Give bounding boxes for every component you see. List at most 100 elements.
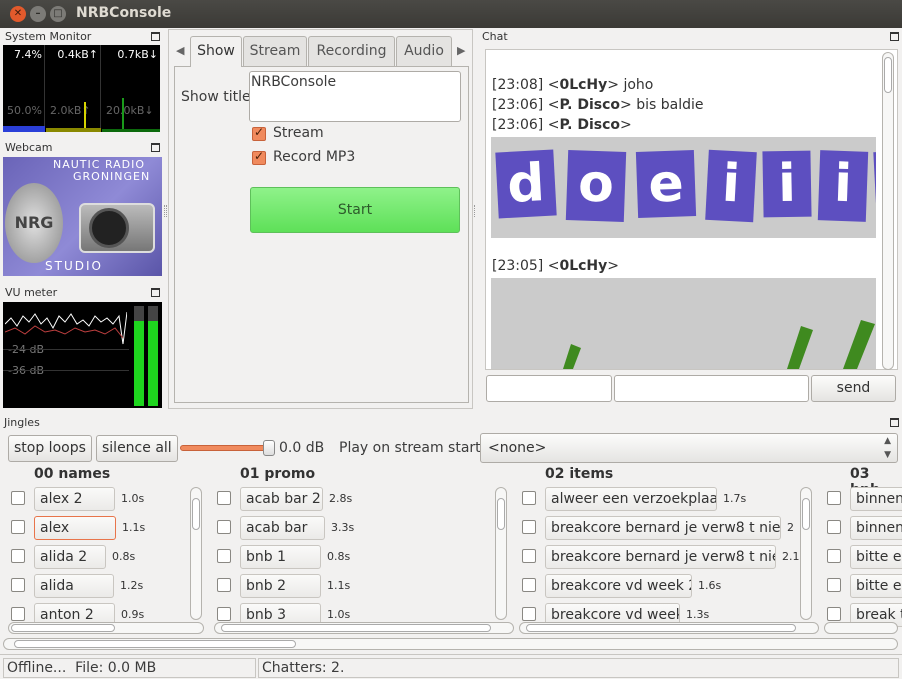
jingle-button[interactable]: binnen: [850, 487, 902, 511]
jingle-loop-checkbox[interactable]: [217, 607, 231, 621]
webcam-line2: GRONINGEN: [73, 170, 151, 183]
jingle-loop-checkbox[interactable]: [11, 578, 25, 592]
doei-letters: doeiiii: [495, 149, 876, 226]
jingle-button[interactable]: bnb 1: [240, 545, 321, 569]
jingle-loop-checkbox[interactable]: [217, 491, 231, 505]
float-icon[interactable]: [151, 143, 160, 152]
tab-label: Audio: [404, 43, 444, 59]
jingle-name: breakcore bernard je verw8 t niet: [551, 549, 776, 565]
jingle-loop-checkbox[interactable]: [827, 607, 841, 621]
maximize-icon[interactable]: □: [50, 6, 66, 22]
jingle-loop-checkbox[interactable]: [217, 549, 231, 563]
jingle-loop-checkbox[interactable]: [522, 549, 536, 563]
jingle-loop-checkbox[interactable]: [11, 607, 25, 621]
chat-message-input[interactable]: [614, 375, 809, 402]
tab-audio[interactable]: Audio: [396, 36, 452, 66]
float-icon[interactable]: [151, 288, 160, 297]
jingle-button[interactable]: acab bar: [240, 516, 325, 540]
jingle-button[interactable]: alida 2: [34, 545, 106, 569]
jingle-loop-checkbox[interactable]: [827, 491, 841, 505]
float-icon[interactable]: [890, 418, 899, 427]
jingle-name: alex 2: [40, 491, 83, 507]
jingle-duration: 0.8s: [327, 550, 351, 563]
jingle-loop-checkbox[interactable]: [827, 520, 841, 534]
jingle-button[interactable]: breakcore bernard je verw8 t niet 2: [545, 516, 781, 540]
tab-show[interactable]: Show: [190, 36, 242, 67]
float-icon[interactable]: [151, 32, 160, 41]
msg-time: [23:05]: [492, 258, 544, 274]
doei-letter: e: [635, 150, 697, 218]
send-button[interactable]: send: [811, 375, 896, 402]
tab-recording[interactable]: Recording: [308, 36, 395, 66]
stream-checkbox[interactable]: [252, 125, 266, 141]
silence-all-button[interactable]: silence all: [96, 435, 178, 462]
status-left: Offline... File: 0.0 MB: [3, 658, 256, 678]
jingle-column-hscrollbar[interactable]: [214, 622, 514, 634]
chat-image-2: [491, 278, 876, 369]
show-title-input[interactable]: NRBConsole: [249, 71, 461, 122]
jingle-loop-checkbox[interactable]: [827, 578, 841, 592]
jingle-name: breakcore vd week 2: [551, 578, 692, 594]
dock-title: VU meter: [5, 286, 58, 299]
status-bar: Offline... File: 0.0 MB Chatters: 2.: [0, 654, 902, 679]
tab-scroll-left-icon[interactable]: ◀: [176, 44, 184, 57]
jingle-button[interactable]: bitte ei: [850, 545, 902, 569]
start-button[interactable]: Start: [250, 187, 460, 233]
jingle-column-scrollbar[interactable]: [800, 487, 812, 620]
jingle-button[interactable]: binnen: [850, 516, 902, 540]
doei-letter: i: [705, 149, 757, 223]
doei-letter: o: [565, 150, 627, 222]
jingle-button[interactable]: bitte ei: [850, 574, 902, 598]
play-on-start-select[interactable]: <none> ▲ ▼: [480, 433, 898, 463]
jingle-column-hscrollbar[interactable]: [8, 622, 204, 634]
record-mp3-checkbox[interactable]: [252, 149, 266, 165]
jingle-loop-checkbox[interactable]: [522, 607, 536, 621]
vu-header: VU meter: [1, 285, 163, 301]
jingle-button[interactable]: acab bar 2: [240, 487, 323, 511]
splitter-handle[interactable]: [164, 205, 167, 217]
cpu-bars: [3, 126, 45, 132]
jingle-duration: 2: [787, 521, 794, 534]
chat-scrollbar[interactable]: [882, 52, 894, 370]
jingle-loop-checkbox[interactable]: [11, 549, 25, 563]
jingle-name: alida 2: [40, 549, 88, 565]
jingle-name: break t: [856, 607, 902, 623]
jingle-button[interactable]: breakcore bernard je verw8 t niet: [545, 545, 776, 569]
status-left-text: Offline... File: 0.0 MB: [7, 660, 157, 676]
jingle-column-hscrollbar[interactable]: [519, 622, 819, 634]
stop-loops-button[interactable]: stop loops: [8, 435, 92, 462]
jingle-loop-checkbox[interactable]: [522, 578, 536, 592]
jingle-loop-checkbox[interactable]: [11, 491, 25, 505]
msg-nick: 0LcHy: [559, 77, 608, 93]
jingle-loop-checkbox[interactable]: [522, 520, 536, 534]
jingle-button[interactable]: alex 2: [34, 487, 115, 511]
jingle-loop-checkbox[interactable]: [827, 549, 841, 563]
tab-scroll-right-icon[interactable]: ▶: [457, 44, 465, 57]
tab-stream[interactable]: Stream: [243, 36, 307, 66]
jingle-loop-checkbox[interactable]: [522, 491, 536, 505]
dock-title: Jingles: [4, 416, 40, 429]
jingle-loop-checkbox[interactable]: [217, 520, 231, 534]
download-scale: 20.0kB↓: [106, 104, 154, 117]
jingle-column-hscrollbar[interactable]: [824, 622, 898, 634]
jingle-button[interactable]: alweer een verzoekplaat: [545, 487, 717, 511]
volume-slider-handle[interactable]: [263, 440, 275, 456]
jingle-button[interactable]: breakcore vd week 2: [545, 574, 692, 598]
jingle-loop-checkbox[interactable]: [217, 578, 231, 592]
float-icon[interactable]: [890, 32, 899, 41]
jingle-button[interactable]: alex: [34, 516, 116, 540]
chat-message: [23:06] <P. Disco>: [492, 117, 632, 133]
jingle-column-title: 01 promo: [240, 466, 316, 482]
vu-right-channel: [148, 306, 158, 406]
jingle-column-scrollbar[interactable]: [495, 487, 507, 620]
jingle-button[interactable]: alida: [34, 574, 114, 598]
jingles-scrollbar[interactable]: [3, 638, 898, 650]
tab-label: Stream: [249, 43, 301, 59]
jingle-column-scrollbar[interactable]: [190, 487, 202, 620]
jingle-button[interactable]: bnb 2: [240, 574, 321, 598]
volume-slider[interactable]: [180, 440, 275, 456]
minimize-icon[interactable]: –: [30, 6, 46, 22]
jingle-loop-checkbox[interactable]: [11, 520, 25, 534]
chat-nick-input[interactable]: [486, 375, 612, 402]
close-icon[interactable]: ✕: [10, 6, 26, 22]
